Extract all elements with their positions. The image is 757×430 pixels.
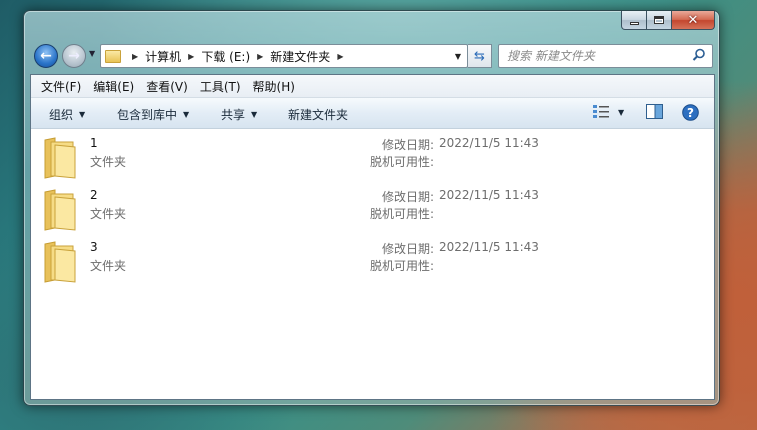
offline-availability-label: 脱机可用性: — [369, 207, 434, 221]
search-input[interactable] — [507, 49, 687, 63]
list-item[interactable]: 3 文件夹 修改日期: 2022/11/5 11:43 脱机可用性: — [31, 235, 714, 287]
close-button[interactable]: ✕ — [672, 11, 715, 30]
offline-availability-label: 脱机可用性: — [369, 155, 434, 169]
file-type: 文件夹 — [90, 155, 127, 169]
new-folder-label: 新建文件夹 — [288, 108, 349, 122]
breadcrumb-computer[interactable]: 计算机 — [145, 48, 181, 65]
file-type: 文件夹 — [90, 259, 127, 273]
forward-arrow-icon: → — [68, 48, 80, 64]
chevron-right-icon[interactable]: ▶ — [132, 52, 138, 61]
navigation-bar: ← → ▼ ▶ 计算机 ▶ 下载 (E:) ▶ 新建文件夹 ▶ ▼ ⇆ — [32, 43, 713, 69]
include-in-library-label: 包含到库中 — [117, 108, 178, 122]
folder-icon — [44, 241, 76, 283]
share-label: 共享 — [221, 108, 246, 122]
file-name: 1 — [90, 136, 98, 150]
back-arrow-icon: ← — [40, 48, 52, 64]
file-name: 3 — [90, 240, 98, 254]
breadcrumb-current-folder[interactable]: 新建文件夹 — [270, 48, 330, 65]
offline-availability-label: 脱机可用性: — [369, 259, 434, 273]
modified-label: 修改日期: — [381, 138, 434, 152]
svg-text:?: ? — [687, 106, 694, 120]
menu-view[interactable]: 查看(V) — [140, 78, 194, 95]
caption-buttons: ✕ — [621, 11, 715, 30]
organize-button[interactable]: 组织 ▼ — [49, 106, 85, 123]
new-folder-button[interactable]: 新建文件夹 — [288, 106, 348, 123]
file-type: 文件夹 — [90, 207, 127, 221]
menu-file[interactable]: 文件(F) — [35, 78, 87, 95]
recent-pages-dropdown[interactable]: ▼ — [89, 49, 95, 58]
chevron-down-icon: ▼ — [183, 110, 190, 119]
chevron-right-icon[interactable]: ▶ — [188, 52, 194, 61]
modified-date: 2022/11/5 11:43 — [439, 188, 539, 202]
menu-tools[interactable]: 工具(T) — [194, 78, 247, 95]
preview-pane-button[interactable] — [646, 104, 663, 119]
search-box — [498, 44, 713, 68]
chevron-down-icon: ▼ — [618, 107, 625, 117]
refresh-button[interactable]: ⇆ — [468, 44, 492, 68]
view-options-icon — [593, 105, 609, 118]
maximize-button[interactable] — [647, 11, 672, 30]
chevron-down-icon[interactable]: ▼ — [455, 52, 461, 61]
chevron-right-icon[interactable]: ▶ — [257, 52, 263, 61]
menu-help[interactable]: 帮助(H) — [247, 78, 301, 95]
forward-button[interactable]: → — [62, 44, 86, 68]
search-icon[interactable] — [692, 48, 706, 62]
maximize-icon — [654, 16, 664, 24]
chevron-down-icon: ▼ — [79, 110, 86, 119]
list-item[interactable]: 1 文件夹 修改日期: 2022/11/5 11:43 脱机可用性: — [31, 131, 714, 183]
file-list: 1 文件夹 修改日期: 2022/11/5 11:43 脱机可用性: 2 文件夹… — [31, 131, 714, 287]
modified-date: 2022/11/5 11:43 — [439, 240, 539, 254]
minimize-button[interactable] — [621, 11, 647, 30]
chevron-down-icon: ▼ — [251, 110, 258, 119]
modified-label: 修改日期: — [381, 190, 434, 204]
command-bar: 组织 ▼ 包含到库中 ▼ 共享 ▼ 新建文件夹 ▼ ? — [31, 98, 714, 129]
preview-pane-icon — [646, 104, 663, 119]
help-button[interactable]: ? — [682, 104, 699, 121]
minimize-icon — [629, 21, 639, 25]
menu-edit[interactable]: 编辑(E) — [87, 78, 140, 95]
back-button[interactable]: ← — [34, 44, 58, 68]
share-button[interactable]: 共享 ▼ — [221, 106, 257, 123]
explorer-window: ✕ ← → ▼ ▶ 计算机 ▶ 下载 (E:) ▶ 新建文件夹 ▶ ▼ ⇆ 搜索… — [23, 10, 720, 406]
folder-icon — [44, 189, 76, 231]
breadcrumb-drive[interactable]: 下载 (E:) — [201, 48, 250, 65]
chevron-right-icon[interactable]: ▶ — [337, 52, 343, 61]
folder-icon — [105, 49, 121, 63]
refresh-icon: ⇆ — [474, 48, 485, 64]
modified-date: 2022/11/5 11:43 — [439, 136, 539, 150]
include-in-library-button[interactable]: 包含到库中 ▼ — [117, 106, 189, 123]
modified-label: 修改日期: — [381, 242, 434, 256]
address-bar[interactable]: ▶ 计算机 ▶ 下载 (E:) ▶ 新建文件夹 ▶ ▼ — [100, 44, 468, 68]
client-area: 文件(F) 编辑(E) 查看(V) 工具(T) 帮助(H) 组织 ▼ 包含到库中… — [30, 74, 715, 400]
folder-icon — [44, 137, 76, 179]
organize-label: 组织 — [49, 108, 74, 122]
file-name: 2 — [90, 188, 98, 202]
list-item[interactable]: 2 文件夹 修改日期: 2022/11/5 11:43 脱机可用性: — [31, 183, 714, 235]
close-icon: ✕ — [687, 12, 699, 28]
menu-bar: 文件(F) 编辑(E) 查看(V) 工具(T) 帮助(H) — [31, 75, 714, 98]
help-icon: ? — [682, 104, 699, 121]
view-options-button[interactable]: ▼ — [592, 104, 624, 120]
